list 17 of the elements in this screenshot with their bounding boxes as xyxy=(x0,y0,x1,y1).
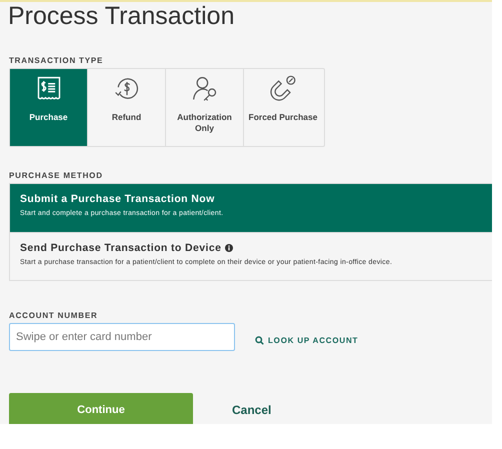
page-title: Process Transaction xyxy=(7,2,236,30)
section-label: ACCOUNT NUMBER xyxy=(9,311,99,320)
info-icon[interactable] xyxy=(225,244,234,252)
option-title: Submit a Purchase Transaction Now xyxy=(20,193,215,205)
transaction-type-tile[interactable]: Purchase xyxy=(10,69,88,146)
transaction-type-tile[interactable]: Authorization Only xyxy=(166,69,244,146)
look-up-account-link[interactable]: LOOK UP ACCOUNT xyxy=(255,336,358,345)
transaction-type-tile[interactable]: Forced Purchase xyxy=(244,69,322,146)
person-key-icon xyxy=(190,75,218,103)
section-label: TRANSACTION TYPE xyxy=(9,56,104,65)
search-icon xyxy=(255,336,264,345)
cancel-button[interactable]: Cancel xyxy=(226,402,278,418)
option-title: Send Purchase Transaction to Device xyxy=(20,242,222,254)
magnet-icon xyxy=(269,75,297,103)
account-number-field[interactable]: Swipe or enter card number xyxy=(9,323,235,351)
section-label: PURCHASE METHOD xyxy=(9,171,104,180)
transaction-type-tile[interactable]: Refund xyxy=(88,69,166,146)
